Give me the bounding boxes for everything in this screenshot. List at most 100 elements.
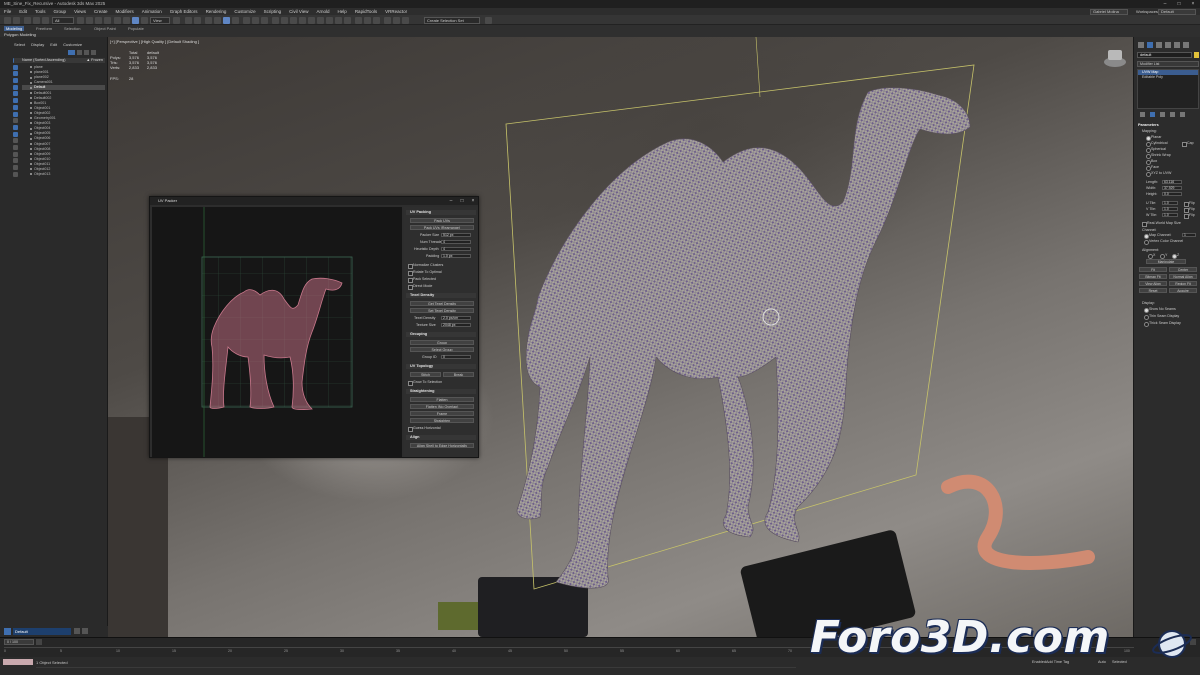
- map-channel-radio[interactable]: Map Channel:: [1144, 233, 1171, 239]
- modifier-list-dropdown[interactable]: Modifier List: [1137, 61, 1199, 67]
- frame-counter[interactable]: 0 / 100: [4, 639, 34, 645]
- explorer-lock-icon[interactable]: [91, 50, 96, 55]
- menu-help[interactable]: Help: [334, 9, 351, 14]
- section-texel-density[interactable]: Texel Density: [406, 293, 476, 298]
- filter-none-icon[interactable]: [13, 144, 18, 150]
- menu-scripting[interactable]: Scripting: [260, 9, 286, 14]
- menu-customize[interactable]: Customize: [230, 9, 259, 14]
- object-list-item[interactable]: Object003: [22, 121, 105, 126]
- filter-options-icon[interactable]: [13, 165, 18, 170]
- modify-tab-icon[interactable]: [1147, 42, 1153, 48]
- object-list-item[interactable]: Geometry001: [22, 116, 105, 121]
- show-no-seams-radio[interactable]: Show No Seams: [1144, 307, 1176, 313]
- snaps-toggle-icon[interactable]: [205, 16, 212, 24]
- group-button[interactable]: Group: [410, 340, 474, 345]
- object-list-item[interactable]: Object002: [22, 111, 105, 116]
- utilities-tab-icon[interactable]: [1183, 42, 1189, 48]
- stack-item-editable-poly[interactable]: Editable Poly: [1138, 75, 1198, 80]
- ribbon-tab-freeform[interactable]: Freeform: [36, 26, 52, 31]
- redo-icon[interactable]: [13, 16, 20, 24]
- straighten-button[interactable]: Straighten: [410, 418, 474, 423]
- align-z-radio[interactable]: Z: [1172, 253, 1179, 259]
- menu-civil-view[interactable]: Civil View: [285, 9, 312, 14]
- explorer-tab-display[interactable]: Display: [31, 42, 44, 47]
- ribbon-tab-modeling[interactable]: Modeling: [4, 26, 25, 31]
- filter-bones-icon[interactable]: [13, 111, 18, 117]
- explorer-tab-edit[interactable]: Edit: [50, 42, 57, 47]
- filter-layers-icon[interactable]: [13, 171, 18, 177]
- section-align[interactable]: Align: [406, 435, 476, 440]
- filter-cameras-icon[interactable]: [13, 78, 18, 84]
- percent-snap-icon[interactable]: [223, 16, 230, 24]
- object-list-item[interactable]: Default001: [22, 91, 105, 96]
- object-list-item[interactable]: Default: [22, 85, 105, 90]
- workspace-dropdown[interactable]: Default: [1158, 8, 1196, 15]
- width-input[interactable]: 37.929: [1162, 185, 1182, 190]
- mirror-icon[interactable]: [252, 16, 259, 24]
- display-tab-icon[interactable]: [1174, 42, 1180, 48]
- mapping-box-radio[interactable]: Box: [1146, 159, 1157, 165]
- select-rotate-icon[interactable]: [123, 16, 130, 24]
- group-id-input[interactable]: 0: [441, 354, 471, 359]
- uv-close-button[interactable]: ×: [468, 197, 478, 205]
- object-list-item[interactable]: Object005: [22, 131, 105, 136]
- menu-rendering[interactable]: Rendering: [202, 9, 231, 14]
- menu-group[interactable]: Group: [50, 9, 71, 14]
- scene-explorer-icon[interactable]: [272, 16, 279, 24]
- align-x-radio[interactable]: X: [1148, 253, 1155, 259]
- open-file-icon[interactable]: [384, 16, 391, 24]
- layer-dropdown[interactable]: Default: [13, 628, 71, 635]
- filter-hidden-icon[interactable]: [13, 131, 18, 137]
- minimize-button[interactable]: –: [1158, 0, 1172, 8]
- texture-size-input[interactable]: 2048 px: [441, 322, 471, 327]
- flatten-button[interactable]: Flatten: [410, 397, 474, 402]
- curve-editor-icon[interactable]: [299, 16, 306, 24]
- acquire-button[interactable]: Acquire: [1169, 288, 1197, 293]
- viewport-label[interactable]: [+] [Perspective ] [High Quality ] [Defa…: [110, 39, 199, 44]
- render-setup-icon[interactable]: [326, 16, 333, 24]
- schematic-view-icon[interactable]: [308, 16, 315, 24]
- explorer-filter-icon[interactable]: [68, 50, 75, 55]
- spinner-snap-icon[interactable]: [232, 16, 239, 24]
- texel-density-input[interactable]: 2.0 px/cm: [441, 315, 471, 320]
- map-channel-input[interactable]: 1: [1182, 232, 1196, 237]
- object-color-swatch[interactable]: [1194, 52, 1199, 58]
- object-list-item[interactable]: Object012: [22, 167, 105, 172]
- object-name-field[interactable]: default: [1137, 52, 1192, 58]
- vertex-color-radio[interactable]: Vertex Color Channel: [1144, 239, 1183, 245]
- pack-selected-checkbox[interactable]: Pack Selected: [408, 277, 436, 283]
- maxscript-listener[interactable]: [3, 659, 33, 665]
- set-project-icon[interactable]: [485, 16, 492, 24]
- menu-file[interactable]: File: [0, 9, 15, 14]
- layer-add-icon[interactable]: [74, 628, 80, 634]
- uv-minimize-button[interactable]: –: [446, 197, 456, 205]
- length-input[interactable]: 63.116: [1162, 179, 1182, 184]
- prev-frame-icon[interactable]: [36, 639, 42, 645]
- render-shot-icon[interactable]: [364, 16, 371, 24]
- reference-coordinate-dropdown[interactable]: View: [150, 16, 170, 24]
- section-uv-packing[interactable]: UV Packing: [406, 210, 476, 215]
- guess-horizontal-checkbox[interactable]: Guess Horizontal: [408, 426, 441, 432]
- named-selection-set-dropdown[interactable]: Create Selection Set: [424, 16, 480, 24]
- thin-seam-radio[interactable]: Thin Seam Display: [1144, 314, 1179, 320]
- selected-key-filter[interactable]: Selected: [1112, 660, 1127, 664]
- filter-spacewarps-icon[interactable]: [13, 91, 18, 97]
- normal-align-button[interactable]: Normal Align: [1169, 274, 1197, 279]
- direct-mode-checkbox[interactable]: Direct Mode: [408, 284, 432, 290]
- center-button[interactable]: Center: [1169, 267, 1197, 272]
- align-icon[interactable]: [261, 16, 268, 24]
- select-move-icon[interactable]: [114, 16, 121, 24]
- normalize-clusters-checkbox[interactable]: Normalize Clusters: [408, 263, 443, 269]
- object-list-item[interactable]: Object004: [22, 126, 105, 131]
- ribbon-tab-object-paint[interactable]: Object Paint: [94, 26, 116, 31]
- u-tile-input[interactable]: 1.0: [1162, 200, 1178, 205]
- select-object-icon[interactable]: [77, 16, 84, 24]
- user-account-dropdown[interactable]: Gabriel Molina: [1090, 8, 1128, 15]
- menu-edit[interactable]: Edit: [15, 9, 31, 14]
- menu-views[interactable]: Views: [70, 9, 90, 14]
- v-flip-checkbox[interactable]: Flip: [1184, 207, 1195, 213]
- get-texel-density-button[interactable]: Get Texel Density: [410, 301, 474, 306]
- undo-icon[interactable]: [4, 16, 11, 24]
- explorer-find-icon[interactable]: [77, 50, 82, 55]
- mapping-shrink-wrap-radio[interactable]: Shrink Wrap: [1146, 153, 1171, 159]
